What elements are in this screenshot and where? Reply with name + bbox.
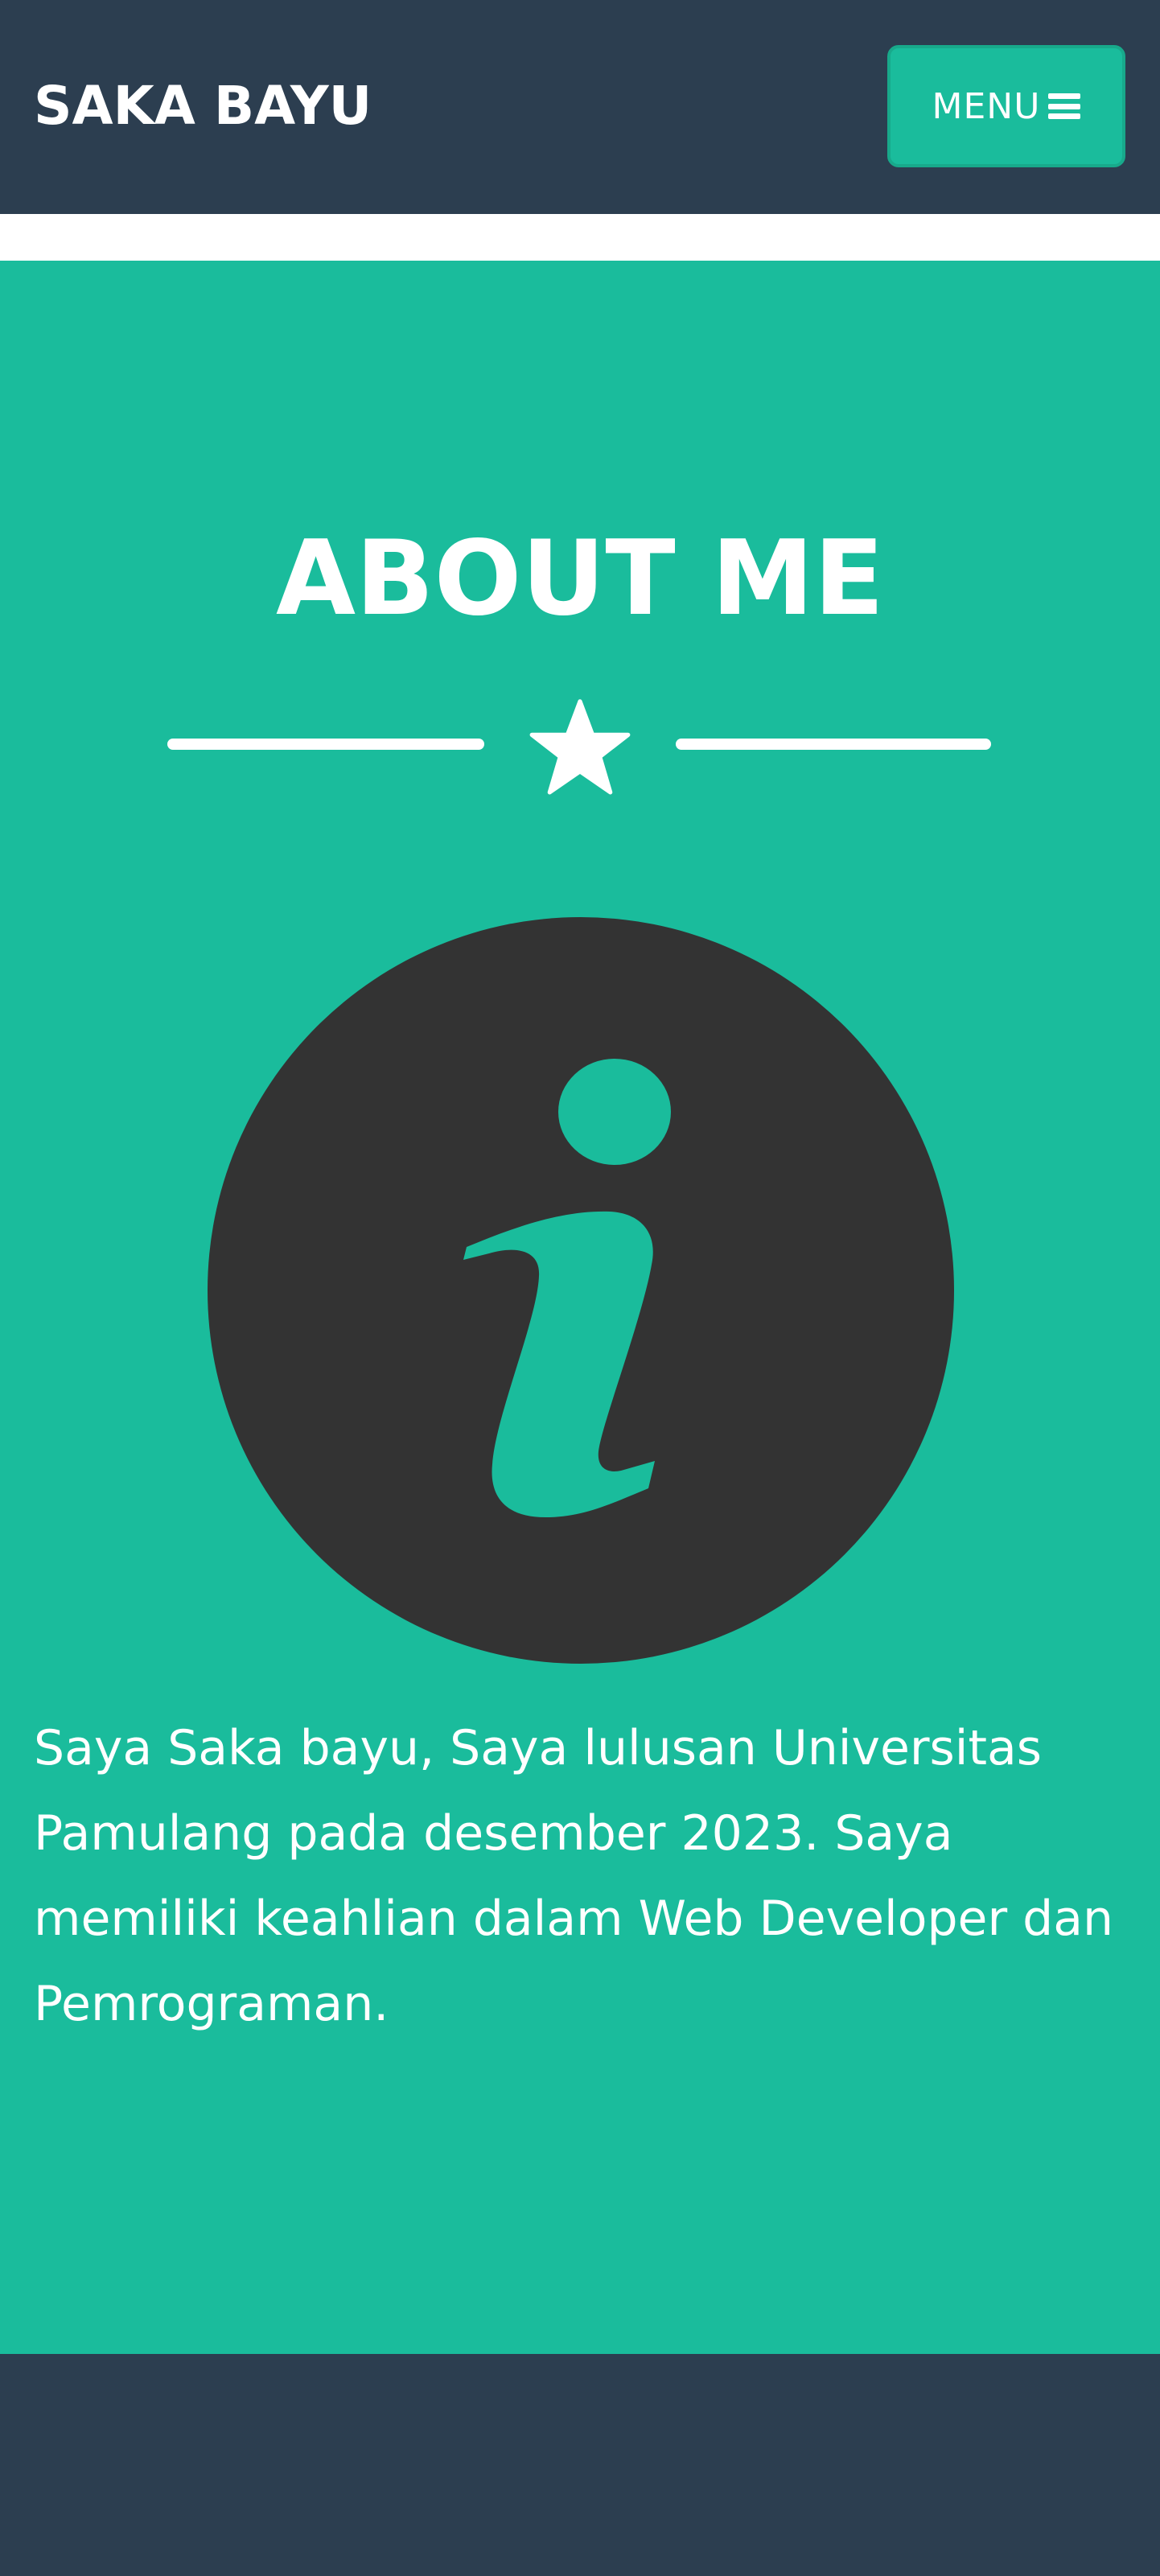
brand-logo-text[interactable]: SAKA BAYU (34, 74, 372, 138)
menu-button[interactable]: MENU (887, 45, 1125, 167)
divider-line-right (676, 739, 991, 750)
info-icon (208, 917, 954, 1664)
about-description: Saya Saka bayu, Saya lulusan Universitas… (34, 1720, 1114, 2032)
header-spacer (0, 214, 1160, 261)
star-icon (529, 699, 631, 795)
hamburger-icon (1048, 93, 1081, 119)
navbar: SAKA BAYU MENU (0, 0, 1160, 214)
menu-button-label: MENU (932, 85, 1041, 127)
divider-line-left (167, 739, 484, 750)
section-title: ABOUT ME (275, 519, 885, 639)
about-section: ABOUT ME Saya Saka bayu, Saya lulusan Un… (0, 261, 1160, 2354)
footer (0, 2354, 1160, 2576)
